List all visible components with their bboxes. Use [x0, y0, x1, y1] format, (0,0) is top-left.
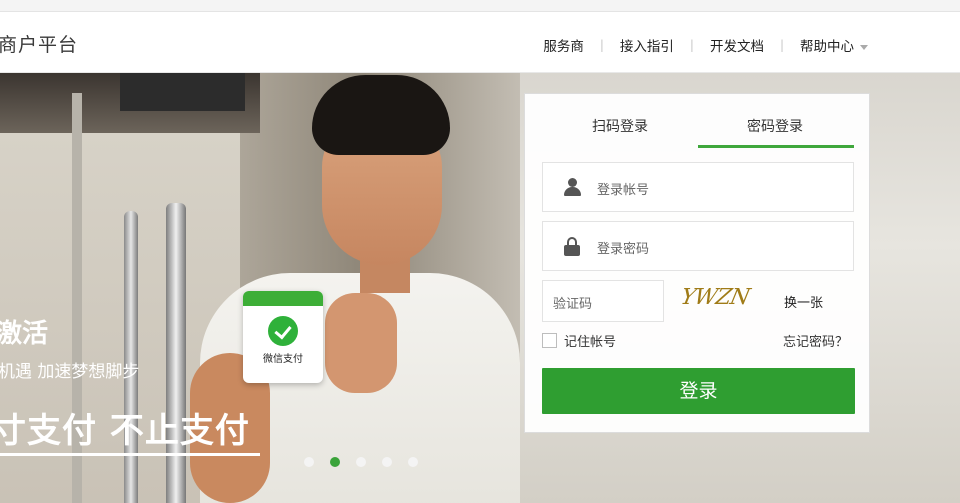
site-header: 商户平台 服务商 | 接入指引 | 开发文档 | 帮助中心	[0, 12, 960, 73]
username-field[interactable]: 登录帐号	[542, 162, 854, 212]
captcha-text: YWZN	[678, 285, 752, 310]
lock-icon	[563, 237, 581, 256]
card-label: 微信支付	[263, 354, 303, 365]
user-icon	[563, 178, 581, 196]
carousel-dot[interactable]	[408, 457, 418, 467]
carousel-dot[interactable]	[304, 457, 314, 467]
slogan-underline	[0, 453, 260, 456]
tab-qr-login[interactable]: 扫码登录	[592, 116, 648, 136]
nav-separator: |	[599, 38, 604, 52]
captcha-placeholder: 验证码	[553, 297, 593, 312]
carousel-dot[interactable]	[356, 457, 366, 467]
nav-separator: |	[689, 38, 694, 52]
refresh-captcha-link[interactable]: 换一张	[784, 292, 823, 311]
wechat-pay-logo-icon	[268, 316, 298, 346]
slogan-line-1: 激活	[0, 319, 49, 349]
nav-item-help-center[interactable]: 帮助中心	[800, 35, 868, 55]
chevron-down-icon	[860, 44, 868, 50]
card-top-bar	[243, 291, 323, 306]
person-hand	[325, 293, 397, 393]
active-tab-indicator	[698, 145, 854, 148]
person-hair	[312, 75, 450, 155]
wechat-pay-card: 微信支付	[243, 291, 323, 383]
login-button[interactable]: 登录	[542, 368, 855, 414]
slogan-line-2: 机遇 加速梦想脚步	[0, 362, 140, 382]
tab-password-login[interactable]: 密码登录	[747, 116, 803, 136]
remember-checkbox[interactable]	[542, 333, 557, 348]
nav-item-dev-docs[interactable]: 开发文档	[710, 35, 764, 55]
login-panel: 扫码登录 密码登录 登录帐号 登录密码 验证码 YWZN 换一张 记住帐号 忘记…	[524, 93, 870, 433]
nav-item-service-provider[interactable]: 服务商	[543, 35, 584, 55]
nav-item-access-guide[interactable]: 接入指引	[620, 35, 674, 55]
top-strip	[0, 0, 960, 12]
password-placeholder: 登录密码	[597, 242, 650, 257]
door-handle-right	[166, 203, 186, 503]
nav-item-help-center-label: 帮助中心	[800, 39, 854, 55]
captcha-input[interactable]: 验证码	[542, 280, 664, 322]
remember-account[interactable]: 记住帐号	[542, 331, 616, 350]
slogan-line-3: 寸支付 不止支付	[0, 411, 250, 451]
carousel-dot-active[interactable]	[330, 457, 340, 467]
password-field[interactable]: 登录密码	[542, 221, 854, 271]
top-nav: 服务商 | 接入指引 | 开发文档 | 帮助中心	[543, 35, 868, 55]
forgot-password-link[interactable]: 忘记密码？	[783, 331, 848, 350]
remember-label: 记住帐号	[564, 335, 617, 350]
brand-title: 商户平台	[0, 34, 79, 56]
carousel-dots	[304, 457, 418, 467]
captcha-image[interactable]: YWZN	[675, 282, 767, 318]
nav-separator: |	[779, 38, 784, 52]
carousel-dot[interactable]	[382, 457, 392, 467]
login-tabs: 扫码登录 密码登录	[525, 94, 871, 148]
username-placeholder: 登录帐号	[597, 183, 650, 198]
